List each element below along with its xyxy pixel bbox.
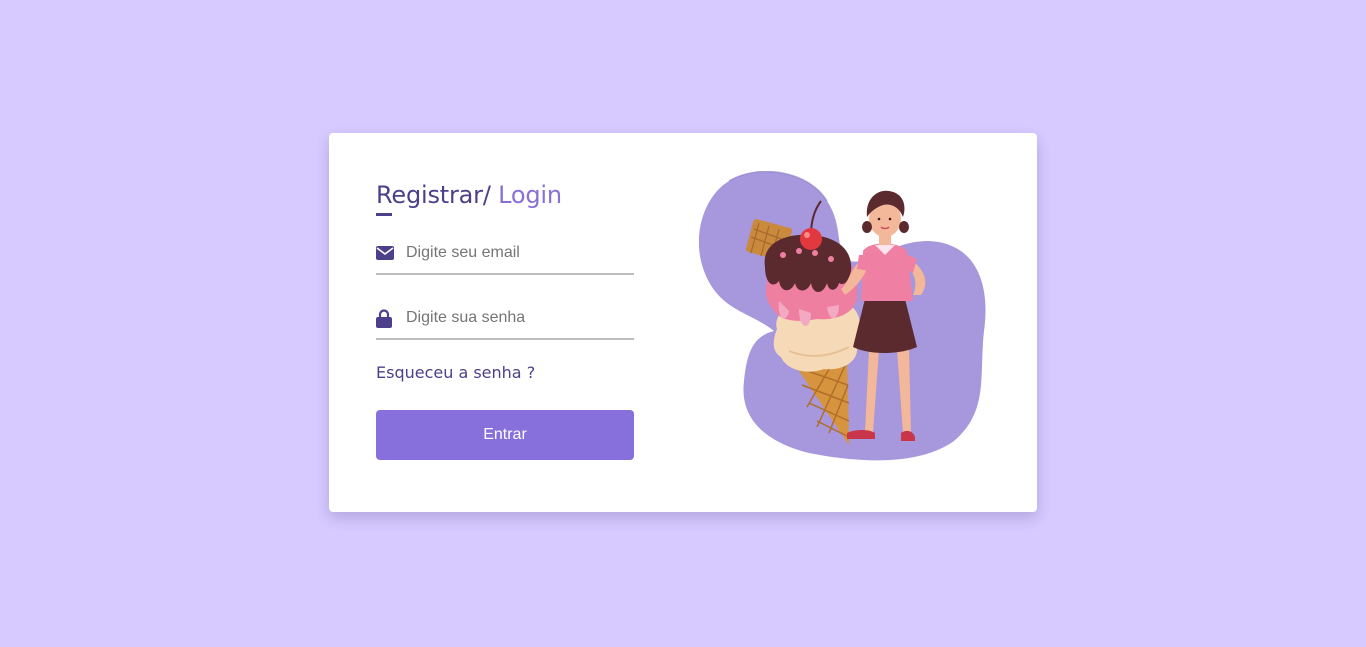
ice-cream-girl-illustration (699, 171, 986, 461)
password-input[interactable] (406, 309, 626, 327)
title-register: Registrar/ (376, 181, 491, 209)
email-field (376, 233, 634, 275)
login-button[interactable]: Entrar (376, 410, 634, 460)
forgot-password-link[interactable]: Esqueceu a senha ? (376, 362, 634, 384)
lock-icon (376, 308, 396, 328)
email-input[interactable] (406, 244, 626, 262)
title-login: Login (490, 181, 562, 209)
password-field (376, 298, 634, 340)
login-card: Registrar/ Login Esqueceu a senha ? Entr… (329, 133, 1037, 512)
title-underline (376, 213, 392, 216)
envelope-icon (376, 243, 396, 263)
page-title: Registrar/ Login (376, 177, 634, 213)
login-form: Registrar/ Login Esqueceu a senha ? Entr… (376, 177, 634, 460)
